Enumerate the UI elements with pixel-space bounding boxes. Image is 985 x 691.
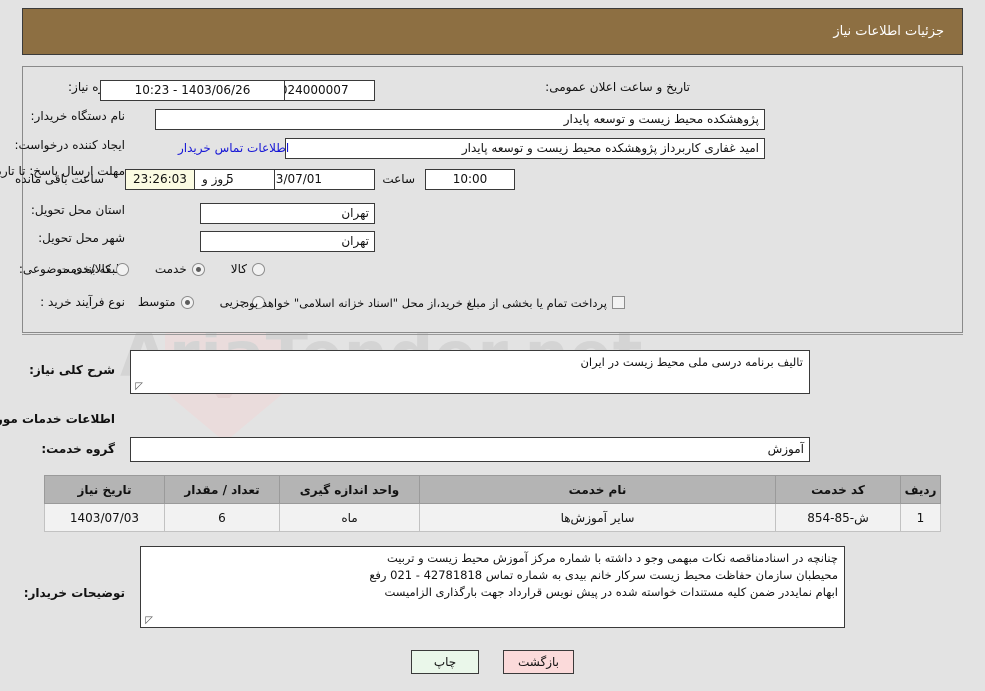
need-summary-value: تالیف برنامه درسی ملی محیط زیست در ایران [580, 355, 803, 369]
col-quantity: تعداد / مقدار [164, 475, 280, 504]
radio-icon[interactable] [115, 262, 129, 276]
province-value: تهران [200, 203, 375, 224]
col-need-date: تاریخ نیاز [44, 475, 165, 504]
cell-index: 1 [900, 503, 941, 532]
resize-grip-icon[interactable]: ◸ [133, 382, 143, 392]
creator-row: ایجاد کننده درخواست: [14, 138, 125, 152]
cell-service-name: سایر آموزش‌ها [419, 503, 776, 532]
need-summary-label: شرح کلی نیاز: [29, 363, 115, 377]
cell-quantity: 6 [164, 503, 280, 532]
hour-label: ساعت [382, 172, 415, 186]
process-option-label: متوسط [137, 295, 176, 309]
treasury-checkbox[interactable] [612, 296, 625, 309]
buyer-org-value: پژوهشکده محیط زیست و توسعه پایدار [155, 109, 765, 130]
cell-unit: ماه [279, 503, 420, 532]
back-button[interactable]: بازگشت [503, 650, 574, 674]
province-label: استان محل تحویل: [30, 203, 125, 217]
cell-service-code: ش-85-854 [775, 503, 901, 532]
table-header-row: ردیف کد خدمت نام خدمت واحد اندازه گیری ت… [44, 475, 941, 504]
col-index: ردیف [900, 475, 941, 504]
remarks-line: چنانچه در اسنادمناقصه نکات مبهمی وجو د د… [386, 551, 838, 565]
creator-label: ایجاد کننده درخواست: [14, 138, 125, 152]
need-info-panel [22, 66, 963, 333]
province-row: استان محل تحویل: [31, 203, 125, 217]
category-option-label: کالا/خدمت [58, 262, 111, 276]
buyer-contact-link[interactable]: اطلاعات تماس خریدار [178, 141, 289, 155]
category-option-label: خدمت [154, 262, 187, 276]
remarks-label: توضیحات خریدار: [23, 586, 125, 600]
days-and-label: روز و [202, 172, 229, 186]
radio-icon[interactable] [180, 295, 194, 309]
services-table: ردیف کد خدمت نام خدمت واحد اندازه گیری ت… [44, 475, 941, 532]
page-title: جزئیات اطلاعات نیاز [22, 8, 963, 55]
page-title-text: جزئیات اطلاعات نیاز [833, 24, 944, 39]
category-option-khedmat[interactable]: خدمت [155, 262, 205, 276]
announce-value: 1403/06/26 - 10:23 [100, 80, 285, 101]
resize-grip-icon[interactable]: ◸ [143, 616, 153, 626]
countdown-timer: 23:26:03 [125, 169, 195, 190]
col-service-code: کد خدمت [775, 475, 901, 504]
buyer-org-label: نام دستگاه خریدار: [30, 109, 126, 123]
print-button[interactable]: چاپ [411, 650, 479, 674]
deadline-time-value: 10:00 [425, 169, 515, 190]
page-root: AriaTender.net جزئیات اطلاعات نیاز شماره… [0, 0, 985, 691]
treasury-note: پرداخت تمام یا بخشی از مبلغ خرید،از محل … [240, 296, 607, 310]
buyer-org-row: نام دستگاه خریدار: [31, 109, 126, 123]
announce-row: تاریخ و ساعت اعلان عمومی: [545, 80, 690, 94]
col-unit: واحد اندازه گیری [279, 475, 420, 504]
service-group-label: گروه خدمت: [41, 442, 115, 456]
table-row: 1 ش-85-854 سایر آموزش‌ها ماه 6 1403/07/0… [44, 503, 941, 532]
city-row: شهر محل تحویل: [38, 231, 125, 245]
remarks-line: محیطبان سازمان حفاظت محیط زیست سرکار خان… [369, 568, 838, 582]
radio-icon[interactable] [191, 262, 205, 276]
city-label: شهر محل تحویل: [38, 231, 125, 245]
need-summary-textarea[interactable]: تالیف برنامه درسی ملی محیط زیست در ایران… [130, 350, 810, 394]
city-value: تهران [200, 231, 375, 252]
remaining-label: ساعت باقی مانده [15, 172, 105, 186]
remarks-line: ابهام نمایددر ضمن کلیه مستندات خواسته شد… [384, 585, 838, 599]
cell-need-date: 1403/07/03 [44, 503, 165, 532]
category-option-kala[interactable]: کالا [231, 262, 265, 276]
creator-value: امید غفاری کاربرداز پژوهشکده محیط زیست و… [285, 138, 765, 159]
button-bar: بازگشت چاپ [0, 650, 985, 674]
days-remaining-value: 5 [185, 169, 275, 190]
process-option-motevaset[interactable]: متوسط [138, 295, 194, 309]
category-option-kala-khedmat[interactable]: کالا/خدمت [59, 262, 129, 276]
col-service-name: نام خدمت [419, 475, 776, 504]
remarks-textarea[interactable]: چنانچه در اسنادمناقصه نکات مبهمی وجو د د… [140, 546, 845, 628]
service-group-value: آموزش [130, 437, 810, 462]
category-option-label: کالا [230, 262, 247, 276]
services-heading: اطلاعات خدمات مورد نیاز [0, 412, 115, 426]
section-divider [22, 334, 963, 335]
category-options: کالا خدمت کالا/خدمت [33, 262, 265, 276]
radio-icon[interactable] [252, 262, 265, 276]
announce-label: تاریخ و ساعت اعلان عمومی: [545, 80, 690, 94]
